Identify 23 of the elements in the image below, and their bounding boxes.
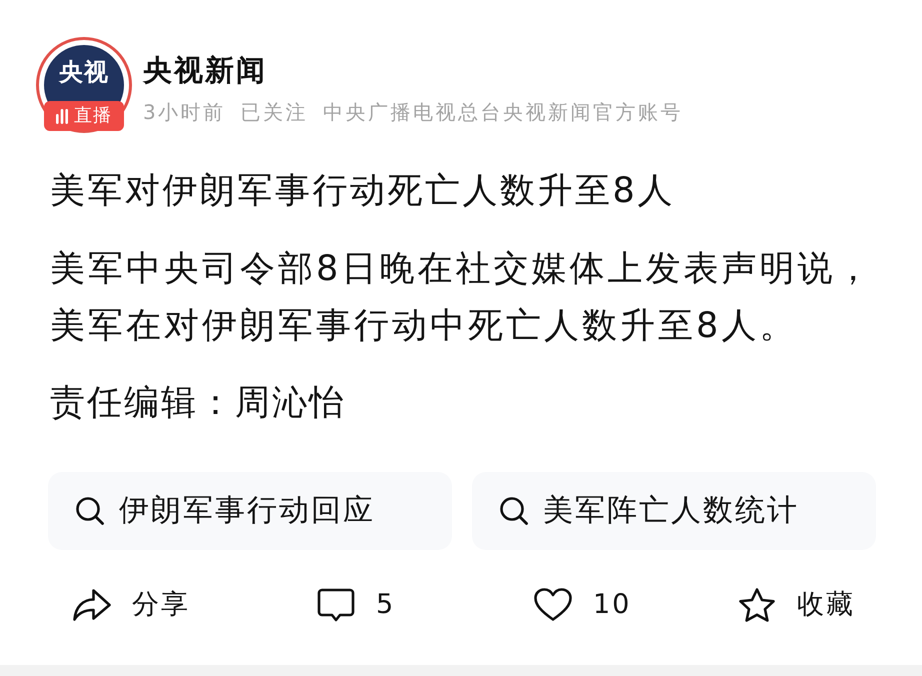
article-headline: 美军对伊朗军事行动死亡人数升至8人 [50,170,676,213]
heart-icon [533,587,573,623]
article-body: 美军中央司令部8日晚在社交媒体上发表声明说，美军在对伊朗军事行动中死亡人数升至8人。 [50,248,874,348]
related-search-chip[interactable]: 美军阵亡人数统计 [472,472,876,550]
like-button[interactable]: 10 [533,585,632,625]
follow-status: 已关注 [240,99,308,125]
live-badge[interactable]: 直播 [44,101,124,131]
editor-credit: 责任编辑：周沁怡 [50,382,347,425]
account-name[interactable]: 央视新闻 [143,53,267,87]
collect-button[interactable]: 收藏 [737,585,855,625]
account-description: 中央广播电视总台央视新闻官方账号 [323,99,684,125]
share-arrow-icon [72,587,112,623]
related-search-chip[interactable]: 伊朗军事行动回应 [48,472,452,550]
avatar-logo[interactable]: 央视 直播 [36,37,132,133]
post-time: 3小时前 [143,99,226,125]
comment-button[interactable]: 5 [316,585,396,625]
speech-bubble-icon [316,587,356,623]
search-icon [75,496,105,526]
logo-text: 央视 [59,58,109,86]
search-icon [499,496,529,526]
share-button[interactable]: 分享 [72,585,190,625]
live-bars-icon [56,108,68,124]
star-icon [737,587,777,623]
